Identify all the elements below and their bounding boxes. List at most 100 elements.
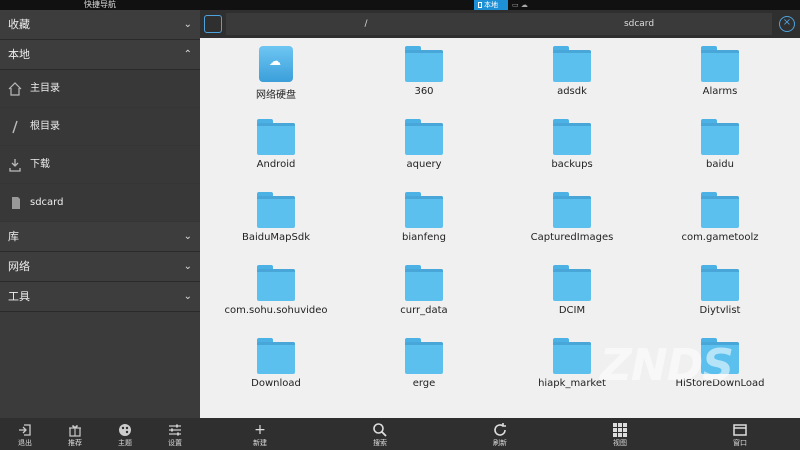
file-name: BaiduMapSdk: [241, 232, 311, 243]
folder-icon: [701, 119, 739, 155]
folder-icon: [553, 338, 591, 374]
breadcrumb-root[interactable]: /: [226, 13, 506, 35]
file-name: Diytvlist: [699, 305, 741, 316]
file-name: erge: [412, 378, 436, 389]
chevron-down-icon: ⌄: [183, 19, 192, 30]
quick-nav-title[interactable]: 快捷导航: [84, 0, 116, 10]
settings-label: 设置: [168, 439, 182, 447]
section-tools[interactable]: 工具 ⌄: [0, 282, 200, 312]
file-name: Download: [251, 378, 301, 389]
folder-item[interactable]: com.sohu.sohuvideo: [202, 257, 350, 329]
slash-icon: [12, 120, 18, 134]
folder-item[interactable]: backups: [498, 111, 646, 183]
section-network[interactable]: 网络 ⌄: [0, 252, 200, 282]
cloud-drive-item[interactable]: ☁ 网络硬盘: [202, 38, 350, 110]
local-tab[interactable]: 本地: [474, 0, 508, 10]
file-name: CapturedImages: [530, 232, 614, 243]
folder-icon: [405, 265, 443, 301]
folder-icon: [701, 265, 739, 301]
folder-item[interactable]: DCIM: [498, 257, 646, 329]
folder-item[interactable]: CapturedImages: [498, 184, 646, 256]
folder-item[interactable]: adsdk: [498, 38, 646, 110]
file-name: com.sohu.sohuvideo: [224, 305, 328, 316]
search-button[interactable]: 搜索: [320, 418, 440, 450]
folder-item[interactable]: Download: [202, 330, 350, 402]
close-icon[interactable]: ×: [779, 16, 795, 32]
folder-icon: [257, 119, 295, 155]
folder-item[interactable]: bianfeng: [350, 184, 498, 256]
folder-item[interactable]: Android: [202, 111, 350, 183]
folder-item[interactable]: baidu: [646, 111, 794, 183]
refresh-icon: [494, 423, 506, 436]
section-local[interactable]: 本地 ⌃: [0, 40, 200, 70]
exit-icon: [19, 424, 31, 436]
search-icon: [373, 423, 387, 437]
exit-button[interactable]: 退出: [0, 418, 50, 450]
folder-icon: [257, 192, 295, 228]
file-name: DCIM: [558, 305, 586, 316]
gift-icon: [69, 425, 81, 437]
breadcrumb-current[interactable]: sdcard: [506, 13, 772, 35]
folder-icon: [553, 119, 591, 155]
sidebar-item-home[interactable]: 主目录: [0, 70, 200, 108]
file-name: 网络硬盘: [256, 90, 296, 101]
plus-icon: +: [254, 422, 266, 438]
folder-icon: [553, 46, 591, 82]
folder-icon: [257, 265, 295, 301]
folder-item[interactable]: BaiduMapSdk: [202, 184, 350, 256]
storage-toggle-icon[interactable]: [204, 15, 222, 33]
theme-label: 主题: [118, 439, 132, 447]
sidebar-item-label: 根目录: [30, 121, 60, 132]
section-favorites[interactable]: 收藏 ⌄: [0, 10, 200, 40]
download-icon: [9, 159, 21, 172]
folder-item[interactable]: aquery: [350, 111, 498, 183]
theme-button[interactable]: 主题: [100, 418, 150, 450]
window-button[interactable]: 窗口: [680, 418, 800, 450]
folder-item[interactable]: com.gametoolz: [646, 184, 794, 256]
folder-icon: [405, 338, 443, 374]
sidebar-item-root[interactable]: 根目录: [0, 108, 200, 146]
recommend-button[interactable]: 推荐: [50, 418, 100, 450]
section-label: 网络: [8, 260, 30, 273]
file-name: backups: [551, 159, 593, 170]
sidebar-toolbar: 退出 推荐 主题 设置: [0, 418, 200, 450]
folder-icon: [553, 192, 591, 228]
search-label: 搜索: [373, 439, 387, 447]
folder-item[interactable]: Diytvlist: [646, 257, 794, 329]
view-button[interactable]: 视图: [560, 418, 680, 450]
refresh-button[interactable]: 刷新: [440, 418, 560, 450]
cloud-icon: ☁: [269, 54, 281, 68]
sidebar-item-download[interactable]: 下载: [0, 146, 200, 184]
sidebar-item-label: 主目录: [30, 83, 60, 94]
exit-label: 退出: [18, 439, 32, 447]
local-tab-label: 本地: [484, 1, 498, 9]
sidebar: 收藏 ⌄ 本地 ⌃ 主目录 根目录 下载 sdcard 库 ⌄ 网络 ⌄ 工具 …: [0, 10, 200, 418]
file-name: 360: [414, 86, 434, 97]
status-bar: 快捷导航 本地 ▭ ☁: [0, 0, 800, 10]
new-button[interactable]: + 新建: [200, 418, 320, 450]
chevron-down-icon: ⌄: [183, 291, 192, 302]
file-name: com.gametoolz: [681, 232, 759, 243]
folder-item[interactable]: Alarms: [646, 38, 794, 110]
sidebar-item-label: 下载: [30, 159, 50, 170]
file-name: bianfeng: [402, 232, 446, 243]
section-library[interactable]: 库 ⌄: [0, 222, 200, 252]
sidebar-item-sdcard[interactable]: sdcard: [0, 184, 200, 222]
file-name: Android: [256, 159, 296, 170]
folder-icon: [405, 119, 443, 155]
sdcard-icon: [12, 197, 20, 209]
folder-icon: [405, 46, 443, 82]
bottom-toolbar: + 新建 搜索 刷新 视图 窗口: [200, 418, 800, 450]
folder-icon: [405, 192, 443, 228]
folder-item[interactable]: erge: [350, 330, 498, 402]
folder-icon: [257, 338, 295, 374]
settings-button[interactable]: 设置: [150, 418, 200, 450]
folder-item[interactable]: 360: [350, 38, 498, 110]
section-label: 本地: [8, 48, 30, 61]
new-label: 新建: [253, 439, 267, 447]
folder-item[interactable]: curr_data: [350, 257, 498, 329]
folder-icon: [701, 46, 739, 82]
settings-sliders-icon: [169, 424, 181, 436]
cloud-drive-icon: ☁: [259, 46, 293, 82]
network-icons[interactable]: ▭ ☁: [512, 1, 528, 9]
